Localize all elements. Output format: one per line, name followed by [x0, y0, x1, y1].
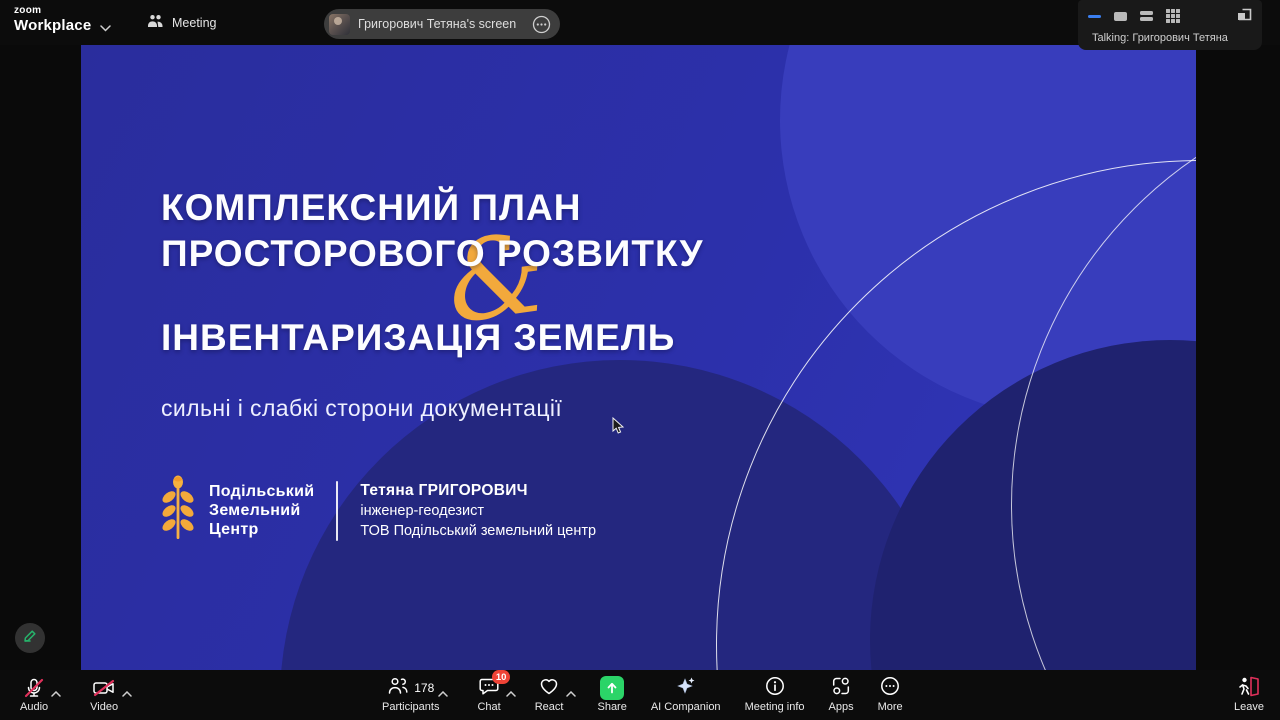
apps-icon [830, 675, 852, 702]
annotate-button[interactable] [15, 623, 45, 653]
apps-button[interactable]: Apps [829, 670, 854, 720]
logo-line2: Земельний [209, 502, 301, 519]
participants-label: Participants [382, 701, 440, 713]
slide-footer: Подільський Земельний Центр Тетяна ГРИГО… [159, 475, 596, 546]
brand-workplace: Workplace [14, 17, 92, 34]
participants-icon [387, 675, 409, 702]
shared-screen-label: Григорович Тетяна's screen [358, 17, 517, 31]
divider [336, 480, 339, 541]
talking-indicator: Talking: Григорович Тетяна [1092, 32, 1228, 44]
brand-zoom: zoom [14, 5, 42, 16]
chat-chevron[interactable] [506, 684, 516, 702]
share-label: Share [597, 701, 627, 713]
more-ellipsis-icon [879, 675, 901, 702]
chat-button[interactable]: 10 Chat [477, 670, 516, 720]
react-chevron[interactable] [566, 684, 576, 702]
ellipsis-circle-icon[interactable] [532, 15, 551, 34]
info-icon [764, 675, 786, 702]
wheat-logo-icon [159, 475, 197, 546]
gallery-view-icon[interactable] [1166, 9, 1180, 23]
avatar [329, 13, 350, 35]
share-button[interactable]: Share [597, 670, 627, 720]
tab-meeting[interactable]: Meeting [147, 0, 216, 45]
meeting-info-label: Meeting info [744, 701, 805, 713]
more-label: More [877, 701, 903, 713]
shared-screen-tab[interactable]: Григорович Тетяна's screen [324, 9, 561, 39]
participants-count: 178 [414, 681, 435, 695]
logo-line3: Центр [209, 521, 259, 538]
audio-label: Audio [20, 701, 49, 713]
ai-companion-label: AI Companion [650, 701, 721, 713]
chat-label: Chat [477, 701, 501, 713]
zoom-meeting-window: zoom Workplace Meeting Григорович Тетяна… [0, 0, 1280, 720]
video-options-chevron[interactable] [122, 684, 132, 702]
slide-title-line1: КОМПЛЕКСНИЙ ПЛАН [161, 187, 582, 228]
chevron-down-icon[interactable] [100, 19, 111, 37]
ai-sparkle-icon [675, 675, 697, 702]
pip-layout-icon[interactable] [1237, 8, 1252, 26]
company-logo-text: Подільський Земельний Центр [209, 482, 314, 539]
participants-chevron[interactable] [438, 684, 448, 702]
view-options-panel: Talking: Григорович Тетяна [1078, 0, 1262, 50]
zoom-workplace-logo: zoom Workplace [14, 5, 92, 34]
meeting-toolbar: Audio Video 178 Participants 10 Chat Rea… [0, 670, 1280, 720]
audio-options-chevron[interactable] [51, 684, 61, 702]
mouse-cursor [612, 416, 625, 440]
tab-meeting-label: Meeting [172, 15, 217, 30]
leave-button[interactable]: Leave [1234, 670, 1264, 720]
presenter-name: Тетяна ГРИГОРОВИЧ [360, 481, 528, 499]
video-button[interactable]: Video [90, 670, 132, 720]
presenter-role: інженер-геодезист [360, 502, 484, 519]
heart-icon [538, 675, 560, 702]
react-button[interactable]: React [534, 670, 576, 720]
logo-line1: Подільський [209, 483, 315, 500]
video-label: Video [90, 701, 119, 713]
chat-unread-badge: 10 [492, 670, 511, 684]
apps-label: Apps [828, 701, 854, 713]
stack-view-icon[interactable] [1140, 11, 1153, 21]
presenter-org: ТОВ Подільський земельний центр [360, 522, 597, 539]
microphone-muted-icon [23, 676, 61, 700]
more-button[interactable]: More [878, 670, 903, 720]
presenter-info: Тетяна ГРИГОРОВИЧ інженер-геодезист ТОВ … [360, 481, 596, 541]
leave-icon [1237, 675, 1261, 702]
people-group-icon [147, 14, 164, 32]
participants-button[interactable]: 178 Participants [382, 670, 448, 720]
camera-muted-icon [92, 676, 132, 700]
minimize-view-icon[interactable] [1088, 14, 1101, 18]
pencil-icon [22, 628, 38, 649]
slide-title-line3: ІНВЕНТАРИЗАЦІЯ ЗЕМЕЛЬ [161, 317, 676, 358]
leave-label: Leave [1234, 701, 1264, 713]
audio-button[interactable]: Audio [20, 670, 61, 720]
speaker-view-icon[interactable] [1114, 11, 1127, 21]
react-label: React [534, 701, 564, 713]
slide-title-line2: ПРОСТОРОВОГО РОЗВИТКУ [161, 233, 704, 274]
shared-screen-slide: & КОМПЛЕКСНИЙ ПЛАН ПРОСТОРОВОГО РОЗВИТКУ… [81, 45, 1196, 670]
ai-companion-button[interactable]: AI Companion [651, 670, 721, 720]
slide-subtitle: сильні і слабкі сторони документації [161, 395, 563, 421]
meeting-info-button[interactable]: Meeting info [745, 670, 805, 720]
share-screen-icon [600, 676, 625, 700]
